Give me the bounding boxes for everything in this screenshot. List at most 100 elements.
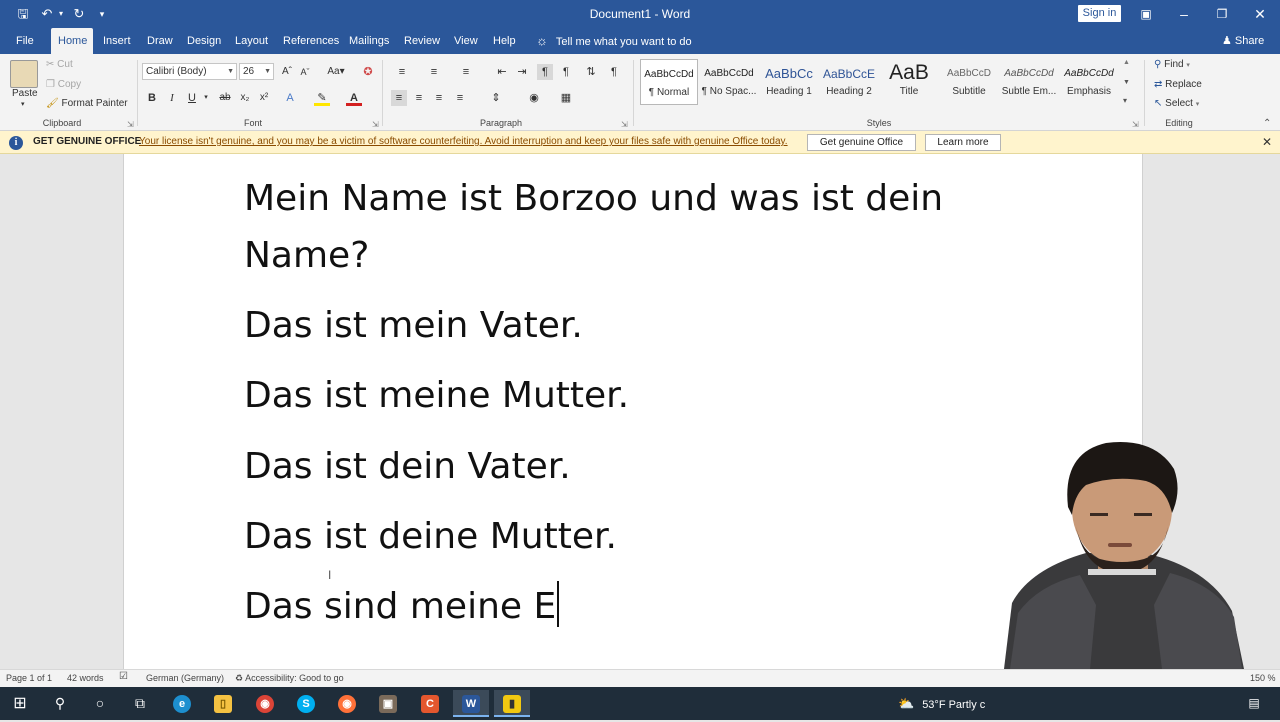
search-icon[interactable]: ⚲ <box>42 690 78 717</box>
tab-layout[interactable]: Layout <box>228 28 275 54</box>
sign-in-button[interactable]: Sign in <box>1078 5 1121 22</box>
clipboard-launcher-icon[interactable]: ⇲ <box>127 120 134 129</box>
find-button[interactable]: ⚲ Find ▾ <box>1154 59 1190 70</box>
photos-icon[interactable]: ▣ <box>370 690 406 717</box>
recorder-icon[interactable]: C <box>412 690 448 717</box>
style-title[interactable]: AaB Title <box>880 59 938 105</box>
superscript-button[interactable]: x² <box>256 90 272 106</box>
grow-font-icon[interactable]: Aˆ <box>279 64 295 80</box>
select-button[interactable]: ↖ Select ▾ <box>1154 98 1199 109</box>
font-launcher-icon[interactable]: ⇲ <box>372 120 379 129</box>
tab-review[interactable]: Review <box>397 28 447 54</box>
word-icon[interactable]: W <box>453 690 489 717</box>
justify-icon[interactable]: ≡ <box>452 90 468 106</box>
tell-me-search[interactable]: ☼ Tell me what you want to do <box>536 28 692 54</box>
style-no-spacing[interactable]: AaBbCcDd ¶ No Spac... <box>700 59 758 105</box>
font-color-icon[interactable]: A <box>346 90 362 106</box>
proofing-icon[interactable]: ☑ <box>119 671 128 682</box>
copy-button[interactable]: ❐ Copy <box>46 79 81 90</box>
share-button[interactable]: ♟ Share <box>1222 28 1264 54</box>
close-button[interactable]: ✕ <box>1241 0 1279 28</box>
page-count[interactable]: Page 1 of 1 <box>6 673 52 683</box>
document-page[interactable]: Mein Name ist Borzoo und was ist dein Na… <box>123 154 1143 669</box>
zoom-level[interactable]: 150 % <box>1250 673 1276 683</box>
tab-file[interactable]: File <box>9 28 41 54</box>
highlight-icon[interactable]: ✎ <box>314 90 330 106</box>
subscript-button[interactable]: x₂ <box>237 90 253 106</box>
show-marks-icon[interactable]: ¶ <box>606 64 622 80</box>
tab-draw[interactable]: Draw <box>140 28 180 54</box>
language-status[interactable]: German (Germany) <box>146 673 224 683</box>
tab-references[interactable]: References <box>276 28 346 54</box>
close-infobar-icon[interactable]: ✕ <box>1262 135 1272 149</box>
font-name-select[interactable]: Calibri (Body) ▼ <box>142 63 237 80</box>
word-count[interactable]: 42 words <box>67 673 104 683</box>
underline-button[interactable]: U <box>184 90 200 106</box>
multilevel-list-icon[interactable]: ≡ <box>456 64 476 80</box>
format-painter-button[interactable]: 🖌 Format Painter <box>46 98 128 109</box>
italic-button[interactable]: I <box>164 90 180 106</box>
styles-launcher-icon[interactable]: ⇲ <box>1132 120 1139 129</box>
style-heading-1[interactable]: AaBbCc Heading 1 <box>760 59 818 105</box>
text-effects-icon[interactable]: A <box>282 90 298 106</box>
minimize-button[interactable]: – <box>1165 0 1203 28</box>
sort-icon[interactable]: ⇅ <box>583 64 599 80</box>
style-normal[interactable]: AaBbCcDd ¶ Normal <box>640 59 698 105</box>
styles-more-icon[interactable]: ▾ <box>1123 96 1127 105</box>
ltr-direction-icon[interactable]: ¶ <box>537 64 553 80</box>
collapse-ribbon-icon[interactable]: ⌃ <box>1263 118 1271 129</box>
underline-dropdown-icon[interactable]: ▾ <box>201 90 211 106</box>
paragraph-launcher-icon[interactable]: ⇲ <box>621 120 628 129</box>
increase-indent-icon[interactable]: ⇥ <box>514 64 530 80</box>
style-subtle-emphasis[interactable]: AaBbCcDd Subtle Em... <box>1000 59 1058 105</box>
notifications-icon[interactable]: ▤ <box>1240 690 1268 717</box>
edge-icon[interactable]: e <box>164 690 200 717</box>
shrink-font-icon[interactable]: Aˇ <box>297 64 313 80</box>
tab-home[interactable]: Home <box>51 28 93 54</box>
infobar-message-link[interactable]: Your license isn't genuine, and you may … <box>139 136 788 147</box>
decrease-indent-icon[interactable]: ⇤ <box>494 64 510 80</box>
paste-icon[interactable] <box>10 60 38 88</box>
strikethrough-button[interactable]: ab <box>217 90 233 106</box>
paste-button[interactable]: Paste <box>12 88 38 99</box>
style-emphasis[interactable]: AaBbCcDd Emphasis <box>1060 59 1118 105</box>
task-view-icon[interactable]: ⧉ <box>122 690 158 717</box>
learn-more-button[interactable]: Learn more <box>925 134 1001 151</box>
bold-button[interactable]: B <box>144 90 160 106</box>
tab-help[interactable]: Help <box>486 28 523 54</box>
start-icon[interactable]: ⊞ <box>2 690 38 717</box>
restore-button[interactable]: ❐ <box>1203 0 1241 28</box>
replace-button[interactable]: ⇄ Replace <box>1154 79 1202 90</box>
get-genuine-office-button[interactable]: Get genuine Office <box>807 134 916 151</box>
skype-icon[interactable]: S <box>288 690 324 717</box>
powerbi-icon[interactable]: ▮ <box>494 690 530 717</box>
cut-button[interactable]: ✂ Cut <box>46 59 73 70</box>
line-spacing-icon[interactable]: ⇕ <box>488 90 504 106</box>
styles-scroll-down-icon[interactable]: ▼ <box>1123 79 1130 86</box>
tab-mailings[interactable]: Mailings <box>342 28 396 54</box>
styles-scroll-up-icon[interactable]: ▲ <box>1123 59 1130 66</box>
weather-widget[interactable]: ⛅ 53°F Partly c <box>898 687 985 720</box>
borders-icon[interactable]: ▦ <box>558 90 574 106</box>
align-right-icon[interactable]: ≡ <box>431 90 447 106</box>
numbering-icon[interactable]: ≡ <box>424 64 444 80</box>
tab-design[interactable]: Design <box>180 28 228 54</box>
align-center-icon[interactable]: ≡ <box>411 90 427 106</box>
font-size-select[interactable]: 26 ▼ <box>239 63 274 80</box>
ribbon-display-options-icon[interactable]: ▣ <box>1127 0 1165 28</box>
cortana-icon[interactable]: ○ <box>82 690 118 717</box>
rtl-direction-icon[interactable]: ¶ <box>558 64 574 80</box>
paste-dropdown-icon[interactable]: ▾ <box>21 100 25 108</box>
shading-icon[interactable]: ◉ <box>526 90 542 106</box>
style-heading-2[interactable]: AaBbCcE Heading 2 <box>820 59 878 105</box>
align-left-icon[interactable]: ≡ <box>391 90 407 106</box>
style-subtitle[interactable]: AaBbCcD Subtitle <box>940 59 998 105</box>
accessibility-status[interactable]: ♻ Accessibility: Good to go <box>235 673 344 684</box>
tab-view[interactable]: View <box>447 28 485 54</box>
change-case-icon[interactable]: Aa▾ <box>324 64 348 80</box>
tab-insert[interactable]: Insert <box>96 28 138 54</box>
clear-formatting-icon[interactable]: ✪ <box>360 64 376 80</box>
file-explorer-icon[interactable]: ▯ <box>205 690 241 717</box>
chrome-icon[interactable]: ◉ <box>247 690 283 717</box>
bullets-icon[interactable]: ≡ <box>392 64 412 80</box>
